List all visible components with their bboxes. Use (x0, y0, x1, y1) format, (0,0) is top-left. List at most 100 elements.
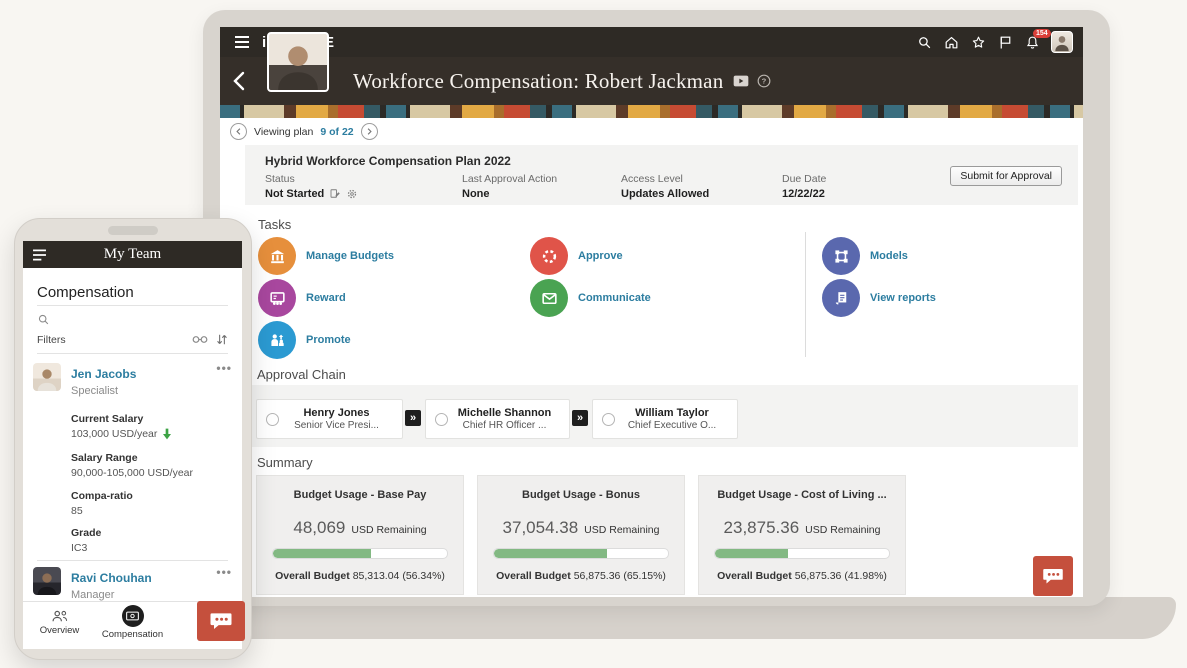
plan-summary-panel: Hybrid Workforce Compensation Plan 2022 … (245, 145, 1078, 205)
task-label: Models (870, 250, 908, 262)
sort-icon[interactable] (216, 333, 228, 346)
task-reward[interactable]: Reward (258, 279, 498, 317)
video-icon[interactable] (733, 75, 749, 87)
bank-icon (258, 237, 296, 275)
home-icon[interactable] (943, 34, 960, 51)
field-label: Grade (71, 527, 101, 539)
app-topbar: iNSPiRE 154 (220, 27, 1083, 57)
field-label: Current Salary (71, 413, 143, 425)
help-icon[interactable]: ? (757, 74, 771, 88)
overall-budget-value: 56,875.36 (65.15%) (574, 570, 666, 582)
flag-icon[interactable] (997, 34, 1014, 51)
last-approval-field: Last Approval Action None (462, 173, 557, 200)
overall-budget-value: 85,313.04 (56.34%) (353, 570, 445, 582)
budget-card-cost-of-living: Budget Usage - Cost of Living ... 23,875… (698, 475, 906, 595)
employee-name-link[interactable]: Ravi Chouhan Manager (71, 569, 152, 601)
people-icon (51, 609, 69, 623)
phone-section-title: Compensation (37, 284, 134, 301)
approver-radio[interactable] (266, 413, 279, 426)
approver-title: Chief HR Officer ... (448, 420, 561, 431)
field-value: IC3 (71, 542, 87, 554)
next-plan-button[interactable] (361, 123, 378, 140)
favorites-star-icon[interactable] (970, 34, 987, 51)
filters-label: Filters (37, 334, 66, 346)
budget-progress-track (272, 548, 448, 559)
previous-plan-button[interactable] (230, 123, 247, 140)
approver-radio[interactable] (602, 413, 615, 426)
search-icon[interactable] (37, 313, 50, 326)
approver-title: Senior Vice Presi... (279, 420, 394, 431)
approver-card[interactable]: William Taylor Chief Executive O... (592, 399, 738, 439)
back-chevron-icon[interactable] (232, 71, 245, 91)
phone-app-header: My Team (23, 241, 242, 268)
divider (37, 305, 228, 306)
plan-pagination: Viewing plan 9 of 22 (230, 118, 378, 145)
budget-progress-track (714, 548, 890, 559)
task-communicate[interactable]: Communicate (530, 279, 770, 317)
phone-app-title: My Team (23, 246, 242, 263)
approver-card[interactable]: Henry Jones Senior Vice Presi... (256, 399, 403, 439)
overflow-menu-icon[interactable]: ••• (216, 565, 232, 579)
overall-budget-label: Overall Budget (496, 570, 571, 582)
notifications-bell-icon[interactable]: 154 (1024, 34, 1041, 51)
approver-radio[interactable] (435, 413, 448, 426)
budget-card-title: Budget Usage - Base Pay (257, 489, 463, 501)
overall-budget-label: Overall Budget (717, 570, 792, 582)
employee-name-link[interactable]: Jen Jacobs Specialist (71, 365, 136, 397)
employee-avatar (33, 567, 61, 595)
budget-card-title: Budget Usage - Cost of Living ... (699, 489, 905, 501)
filters-row: Filters (37, 333, 228, 346)
task-promote[interactable]: Promote (258, 321, 498, 359)
menu-icon[interactable] (234, 35, 250, 49)
task-manage-budgets[interactable]: Manage Budgets (258, 237, 498, 275)
search-icon[interactable] (916, 34, 933, 51)
task-label: Communicate (578, 292, 651, 304)
overflow-menu-icon[interactable]: ••• (216, 361, 232, 375)
task-label: Promote (306, 334, 351, 346)
remaining-amount: 48,069 (293, 518, 345, 538)
status-settings-icon[interactable] (346, 188, 358, 200)
overall-budget-value: 56,875.36 (41.98%) (795, 570, 887, 582)
summary-header[interactable]: Summary (245, 455, 313, 470)
phone-speaker (108, 226, 158, 235)
approval-chain-header[interactable]: Approval Chain (245, 367, 346, 382)
page-title: Workforce Compensation: Robert Jackman (353, 69, 723, 94)
task-view-reports[interactable]: View reports (822, 279, 1062, 317)
compensation-icon (122, 605, 144, 627)
remaining-amount: 23,875.36 (724, 518, 800, 538)
reward-board-icon (258, 279, 296, 317)
svg-text:?: ? (762, 77, 767, 86)
field-label: Compa-ratio (71, 490, 133, 502)
phone-screen: My Team Compensation Filters (23, 241, 242, 649)
menu-icon[interactable] (32, 249, 47, 261)
envelope-icon (530, 279, 568, 317)
overall-budget-label: Overall Budget (275, 570, 350, 582)
summary-heading: Summary (257, 455, 313, 470)
status-field: Status Not Started (265, 173, 358, 200)
nav-tab-overview[interactable]: Overview (23, 602, 96, 642)
edit-status-icon[interactable] (329, 188, 341, 200)
due-date-field: Due Date 12/22/22 (782, 173, 826, 200)
nav-tab-compensation[interactable]: Compensation (96, 602, 169, 642)
remaining-amount: 37,054.38 (503, 518, 579, 538)
task-label: Manage Budgets (306, 250, 394, 262)
employee-role: Specialist (71, 385, 136, 397)
chat-bubble-icon (1040, 563, 1066, 589)
chat-fab[interactable] (197, 601, 245, 641)
preview-glasses-icon[interactable] (192, 334, 208, 345)
budget-progress-fill (494, 549, 607, 558)
approval-chain-panel: Henry Jones Senior Vice Presi... » Miche… (245, 385, 1078, 447)
viewing-plan-label: Viewing plan (254, 126, 313, 138)
budget-progress-fill (273, 549, 371, 558)
remaining-unit: USD Remaining (584, 524, 659, 536)
tasks-divider (805, 232, 806, 357)
chain-next-icon: » (405, 410, 421, 426)
field-value: 103,000 USD/year (71, 428, 172, 440)
user-avatar[interactable] (1051, 31, 1073, 53)
chat-fab[interactable] (1033, 556, 1073, 596)
submit-for-approval-button[interactable]: Submit for Approval (950, 166, 1062, 186)
task-models[interactable]: Models (822, 237, 1062, 275)
remaining-unit: USD Remaining (805, 524, 880, 536)
task-approve[interactable]: Approve (530, 237, 770, 275)
approver-card[interactable]: Michelle Shannon Chief HR Officer ... (425, 399, 570, 439)
